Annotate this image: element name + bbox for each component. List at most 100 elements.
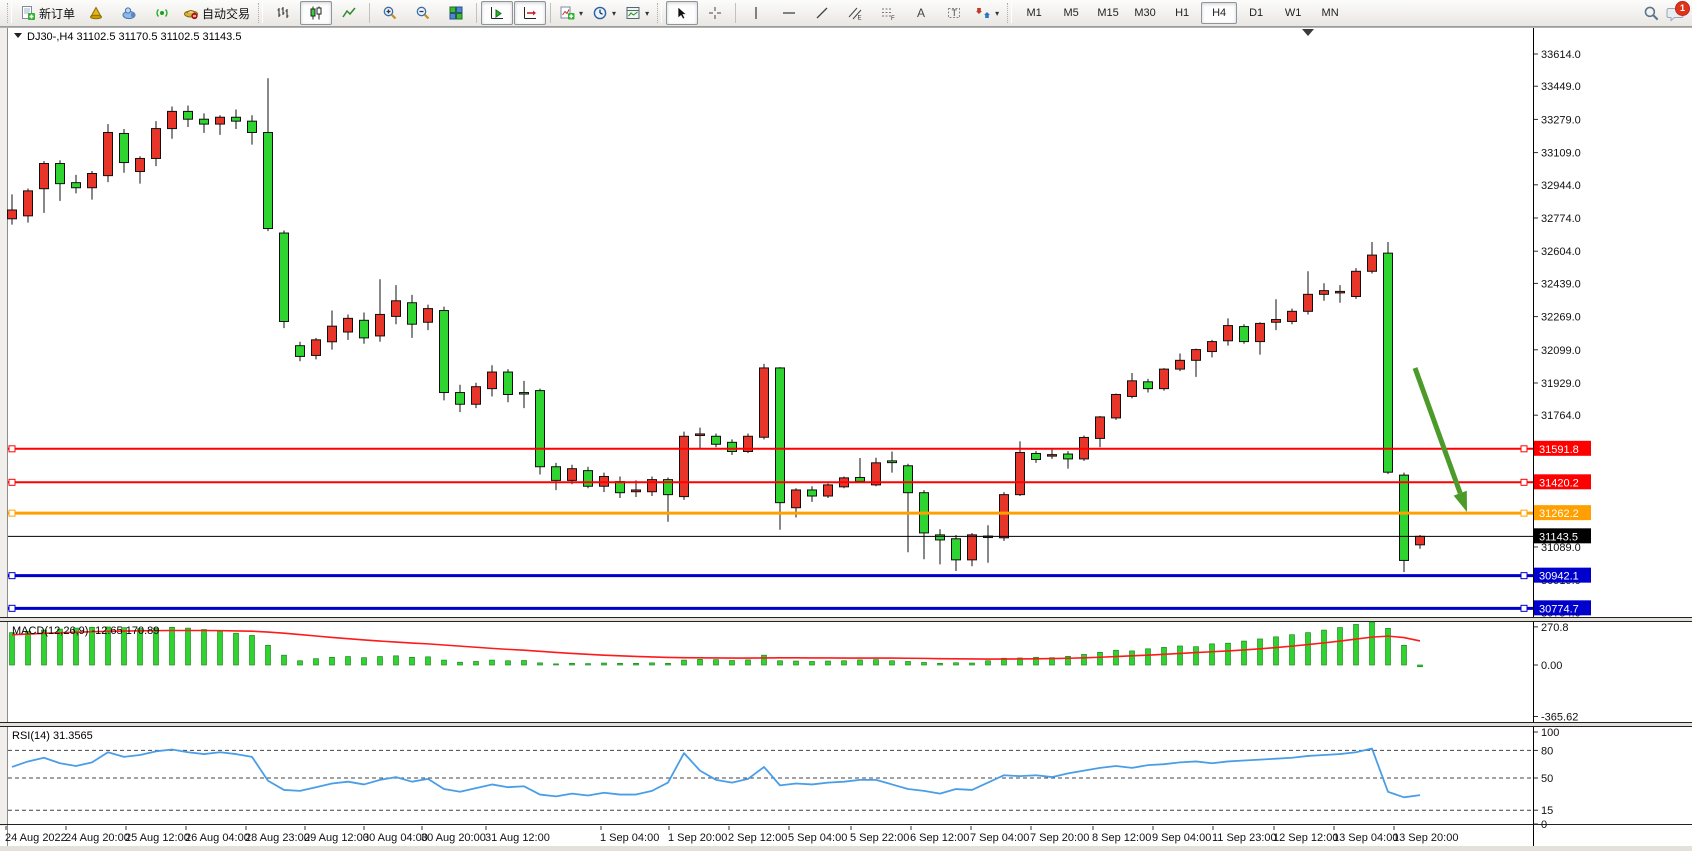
macd-histogram-bar [1082, 654, 1087, 665]
toolbar-grip[interactable] [258, 3, 263, 23]
periods-button[interactable]: ▾ [588, 1, 620, 25]
chart-window: DJ30-,H4 31102.5 31170.5 31102.5 31143.5… [0, 27, 1692, 851]
timeframe-d1-button[interactable]: D1 [1238, 2, 1274, 24]
timeframe-m5-button[interactable]: M5 [1053, 2, 1089, 24]
macd-histogram-bar [698, 659, 703, 665]
macd-histogram-bar [634, 663, 639, 665]
timeframe-h1-button[interactable]: H1 [1164, 2, 1200, 24]
time-axis-label: 2 Sep 12:00 [728, 832, 787, 844]
channel-tool-button[interactable]: E [839, 1, 871, 25]
chart-shift-button[interactable] [514, 1, 546, 25]
candle-body [1048, 455, 1057, 457]
price-axis-label: 32099.0 [1541, 345, 1581, 357]
macd-histogram-bar [650, 663, 655, 665]
macd-histogram-bar [282, 655, 287, 665]
candle [1352, 268, 1361, 299]
macd-histogram-bar [794, 661, 799, 665]
zoom-out-button[interactable] [407, 1, 439, 25]
line-handle[interactable] [1521, 446, 1527, 452]
svg-text:T: T [952, 8, 958, 18]
macd-scale-label: -365.62 [1541, 711, 1578, 723]
candle-body [88, 173, 97, 187]
candle-body [168, 111, 177, 128]
rsi-scale-label: 0 [1541, 819, 1547, 831]
trendline-tool-button[interactable] [806, 1, 838, 25]
timeframe-h4-button[interactable]: H4 [1201, 2, 1237, 24]
candle-body [520, 393, 529, 395]
market-watch-button[interactable] [80, 1, 112, 25]
candle [1384, 242, 1393, 474]
line-handle[interactable] [1521, 510, 1527, 516]
line-handle[interactable] [9, 510, 15, 516]
line-chart-button[interactable] [333, 1, 365, 25]
candle [472, 383, 481, 408]
auto-scroll-button[interactable] [481, 1, 513, 25]
timeframe-mn-button[interactable]: MN [1312, 2, 1348, 24]
cursor-button[interactable] [666, 1, 698, 25]
toolbar-grip[interactable] [7, 3, 12, 23]
macd-histogram-bar [330, 657, 335, 665]
pane-splitter[interactable] [0, 618, 1692, 621]
data-window-button[interactable] [113, 1, 145, 25]
line-handle[interactable] [9, 479, 15, 485]
candlestick-chart-button[interactable] [300, 1, 332, 25]
templates-button[interactable]: ▾ [621, 1, 653, 25]
time-axis-label: 8 Sep 12:00 [1092, 832, 1151, 844]
candle-body [472, 387, 481, 405]
candle-body [424, 309, 433, 323]
macd-histogram-bar [922, 662, 927, 665]
candlestick-chart-icon [308, 5, 324, 21]
macd-histogram-bar [442, 660, 447, 665]
macd-histogram-bar [1322, 630, 1327, 665]
macd-histogram-bar [1194, 647, 1199, 665]
horizontal-line-tool-button[interactable] [773, 1, 805, 25]
timeframe-m15-button[interactable]: M15 [1090, 2, 1126, 24]
timeframe-m1-button[interactable]: M1 [1016, 2, 1052, 24]
line-handle[interactable] [1521, 573, 1527, 579]
toolbar-separator [735, 3, 736, 23]
macd-histogram-bar [938, 663, 943, 665]
candle-body [216, 117, 225, 124]
autotrading-button[interactable]: 自动交易 [179, 1, 254, 25]
text-tool-button[interactable]: A [905, 1, 937, 25]
indicators-button[interactable]: ▾ [555, 1, 587, 25]
macd-histogram-bar [778, 661, 783, 665]
notifications-button[interactable]: 1 [1666, 5, 1684, 22]
line-handle[interactable] [9, 605, 15, 611]
timeframe-w1-button[interactable]: W1 [1275, 2, 1311, 24]
tile-windows-button[interactable] [440, 1, 472, 25]
signals-button[interactable] [146, 1, 178, 25]
macd-histogram-bar [474, 661, 479, 665]
macd-histogram-bar [1258, 639, 1263, 665]
macd-histogram-bar [810, 661, 815, 665]
toolbar-grip[interactable] [1007, 3, 1012, 23]
search-icon[interactable] [1643, 5, 1660, 22]
window-edge [0, 27, 7, 826]
bar-chart-button[interactable] [267, 1, 299, 25]
dropdown-arrow-icon: ▾ [645, 9, 649, 18]
autotrading-icon [183, 5, 199, 21]
fibonacci-tool-button[interactable]: F [872, 1, 904, 25]
pane-splitter[interactable] [0, 723, 1692, 726]
line-handle[interactable] [9, 573, 15, 579]
crosshair-button[interactable] [699, 1, 731, 25]
line-handle[interactable] [1521, 605, 1527, 611]
timeframe-m30-button[interactable]: M30 [1127, 2, 1163, 24]
toolbar-separator [550, 3, 551, 23]
vertical-line-tool-button[interactable] [740, 1, 772, 25]
candle-body [1000, 495, 1009, 538]
toolbar-grip[interactable] [657, 3, 662, 23]
candle-body [280, 233, 289, 321]
shapes-tool-button[interactable]: ▾ [971, 1, 1003, 25]
rsi-label: RSI(14) 31.3565 [12, 730, 93, 742]
new-order-button[interactable]: 新订单 [16, 1, 79, 25]
tile-windows-icon [448, 5, 464, 21]
zoom-in-button[interactable] [374, 1, 406, 25]
price-axis-label: 31764.0 [1541, 410, 1581, 422]
macd-histogram-bar [202, 630, 207, 665]
label-tool-button[interactable]: T [938, 1, 970, 25]
line-handle[interactable] [1521, 479, 1527, 485]
line-handle[interactable] [9, 446, 15, 452]
time-axis-label: 29 Aug 12:00 [304, 832, 369, 844]
candle-body [808, 490, 817, 496]
